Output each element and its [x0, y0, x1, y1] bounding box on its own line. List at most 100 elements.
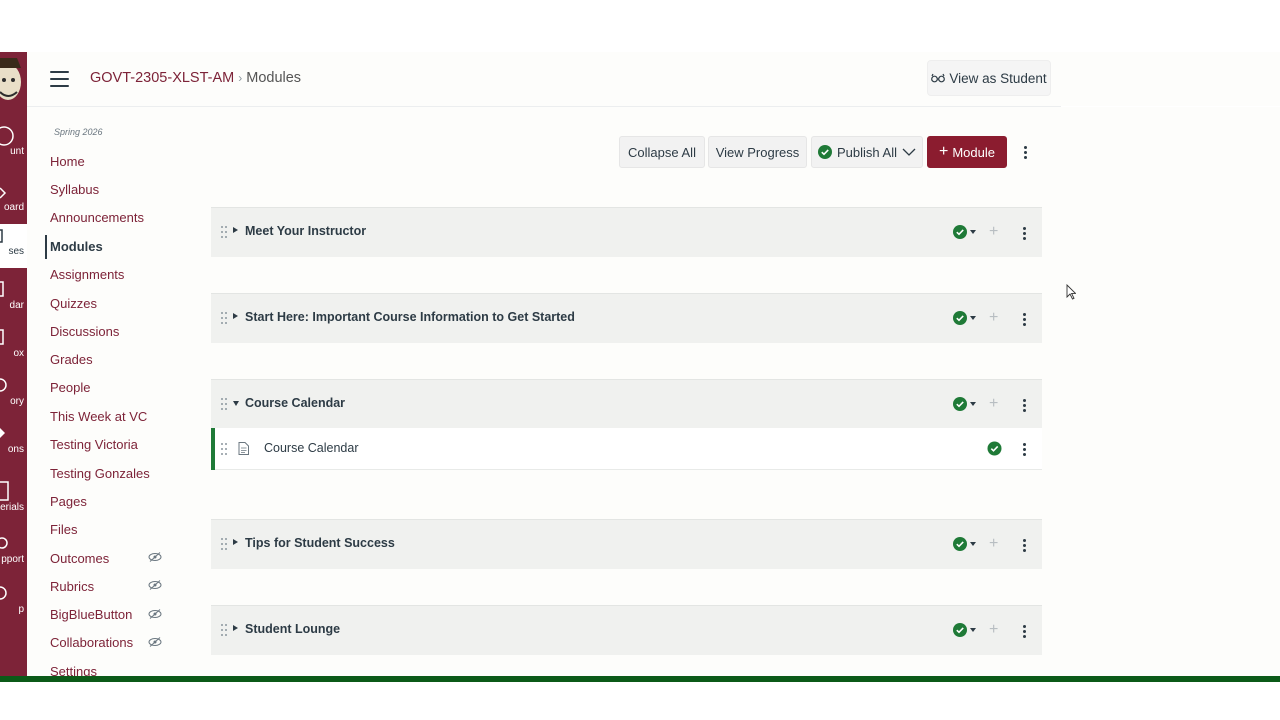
module-options-icon[interactable]	[1017, 621, 1031, 641]
published-status-icon[interactable]	[952, 536, 978, 552]
course-nav-assignments[interactable]: Assignments	[50, 267, 124, 282]
add-item-icon[interactable]: +	[989, 223, 998, 241]
course-nav-home[interactable]: Home	[50, 154, 85, 169]
collapse-all-button[interactable]: Collapse All	[619, 136, 705, 168]
global-nav-inbox[interactable]: ox	[0, 326, 27, 360]
global-nav-commons[interactable]: ons	[0, 422, 27, 456]
global-nav-label: dar	[9, 300, 24, 311]
global-nav-support[interactable]: pport	[0, 532, 27, 566]
view-progress-button[interactable]: View Progress	[708, 136, 807, 168]
course-nav-announcements[interactable]: Announcements	[50, 210, 144, 225]
eye-slash-icon	[148, 552, 162, 562]
add-item-icon[interactable]: +	[989, 395, 998, 413]
drag-handle-icon[interactable]	[220, 311, 228, 325]
add-module-button[interactable]: + Module	[927, 136, 1007, 168]
breadcrumb-course-link[interactable]: GOVT-2305-XLST-AM	[90, 70, 234, 86]
global-nav-label: unt	[10, 146, 24, 157]
published-status-icon[interactable]	[952, 622, 978, 638]
item-options-icon[interactable]	[1017, 439, 1031, 459]
module-title[interactable]: Meet Your Instructor	[245, 224, 366, 238]
caret-right-icon[interactable]	[233, 625, 238, 631]
published-status-icon[interactable]	[952, 310, 978, 326]
calendar-icon	[0, 278, 27, 300]
module-options-icon[interactable]	[1017, 395, 1031, 415]
drag-handle-icon[interactable]	[220, 623, 228, 637]
course-nav-modules[interactable]: Modules	[50, 239, 103, 254]
course-term: Spring 2026	[54, 127, 103, 137]
module-options-icon[interactable]	[1017, 535, 1031, 555]
drag-handle-icon[interactable]	[220, 537, 228, 551]
module-header[interactable]: Student Lounge +	[211, 605, 1042, 655]
top-blank-area	[0, 0, 1280, 52]
global-nav: unt oard ses dar ox ory ons terials ppor…	[0, 52, 27, 678]
caret-right-icon[interactable]	[233, 539, 238, 545]
global-nav-label: ses	[8, 246, 24, 257]
dashboard-icon	[0, 180, 27, 202]
drag-handle-icon[interactable]	[220, 442, 228, 456]
course-nav-bigbluebutton[interactable]: BigBlueButton	[50, 607, 132, 622]
drag-handle-icon[interactable]	[220, 225, 228, 239]
course-nav-people[interactable]: People	[50, 380, 90, 395]
course-nav-quizzes[interactable]: Quizzes	[50, 296, 97, 311]
module-header[interactable]: Tips for Student Success +	[211, 519, 1042, 569]
hamburger-menu-icon[interactable]	[50, 71, 69, 87]
caret-right-icon[interactable]	[233, 313, 238, 319]
global-nav-dashboard[interactable]: oard	[0, 180, 27, 214]
module-header[interactable]: Course Calendar +	[211, 379, 1042, 429]
more-options-icon[interactable]	[1016, 140, 1034, 164]
breadcrumb-separator-icon: ›	[238, 71, 243, 85]
course-nav-grades[interactable]: Grades	[50, 352, 93, 367]
caret-down-icon[interactable]	[233, 401, 239, 406]
global-nav-label: ons	[7, 444, 24, 455]
account-icon	[0, 124, 27, 146]
commons-icon	[0, 422, 27, 444]
global-nav-courses[interactable]: ses	[0, 224, 27, 268]
module-title[interactable]: Tips for Student Success	[245, 536, 395, 550]
module-options-icon[interactable]	[1017, 309, 1031, 329]
mascot-logo-icon[interactable]	[0, 52, 27, 116]
module-title[interactable]: Start Here: Important Course Information…	[245, 310, 575, 324]
global-nav-help[interactable]: p	[0, 582, 27, 616]
plus-icon: +	[939, 143, 949, 160]
module-item-title[interactable]: Course Calendar	[264, 441, 359, 455]
module-title[interactable]: Course Calendar	[245, 396, 345, 410]
module-header[interactable]: Meet Your Instructor +	[211, 207, 1042, 257]
eye-slash-icon	[148, 580, 162, 590]
publish-all-label: Publish All	[837, 144, 897, 160]
course-nav-testing-victoria[interactable]: Testing Victoria	[50, 437, 138, 452]
add-item-icon[interactable]: +	[989, 535, 998, 553]
course-nav-files[interactable]: Files	[50, 522, 77, 537]
module-title[interactable]: Student Lounge	[245, 622, 340, 636]
mouse-pointer-icon	[1066, 284, 1076, 300]
publish-all-button[interactable]: Publish All	[811, 136, 923, 168]
bottom-blank-area	[0, 682, 1280, 720]
published-status-icon[interactable]	[987, 441, 1002, 456]
course-nav-pages[interactable]: Pages	[50, 494, 87, 509]
global-nav-label: terials	[0, 502, 24, 513]
global-nav-calendar[interactable]: dar	[0, 278, 27, 312]
course-nav-this-week[interactable]: This Week at VC	[50, 409, 147, 424]
course-nav-testing-gonzales[interactable]: Testing Gonzales	[50, 466, 150, 481]
global-nav-materials[interactable]: terials	[0, 480, 27, 514]
global-nav-history[interactable]: ory	[0, 374, 27, 408]
module-item-row[interactable]: Course Calendar	[211, 428, 1042, 470]
global-nav-account[interactable]: unt	[0, 124, 27, 158]
add-item-icon[interactable]: +	[989, 621, 998, 639]
global-nav-label: pport	[1, 554, 24, 565]
course-nav-collaborations[interactable]: Collaborations	[50, 635, 133, 650]
view-as-student-button[interactable]: View as Student	[927, 60, 1051, 96]
add-item-icon[interactable]: +	[989, 309, 998, 327]
eye-slash-icon	[148, 609, 162, 619]
module-header[interactable]: Start Here: Important Course Information…	[211, 293, 1042, 343]
published-status-icon[interactable]	[952, 224, 978, 240]
course-nav-syllabus[interactable]: Syllabus	[50, 182, 99, 197]
eye-slash-icon	[148, 637, 162, 647]
module-options-icon[interactable]	[1017, 223, 1031, 243]
course-nav-rubrics[interactable]: Rubrics	[50, 579, 94, 594]
global-nav-label: ory	[10, 396, 24, 407]
course-nav-outcomes[interactable]: Outcomes	[50, 551, 109, 566]
published-status-icon[interactable]	[952, 396, 978, 412]
caret-right-icon[interactable]	[233, 227, 238, 233]
course-nav-discussions[interactable]: Discussions	[50, 324, 119, 339]
drag-handle-icon[interactable]	[220, 397, 228, 411]
